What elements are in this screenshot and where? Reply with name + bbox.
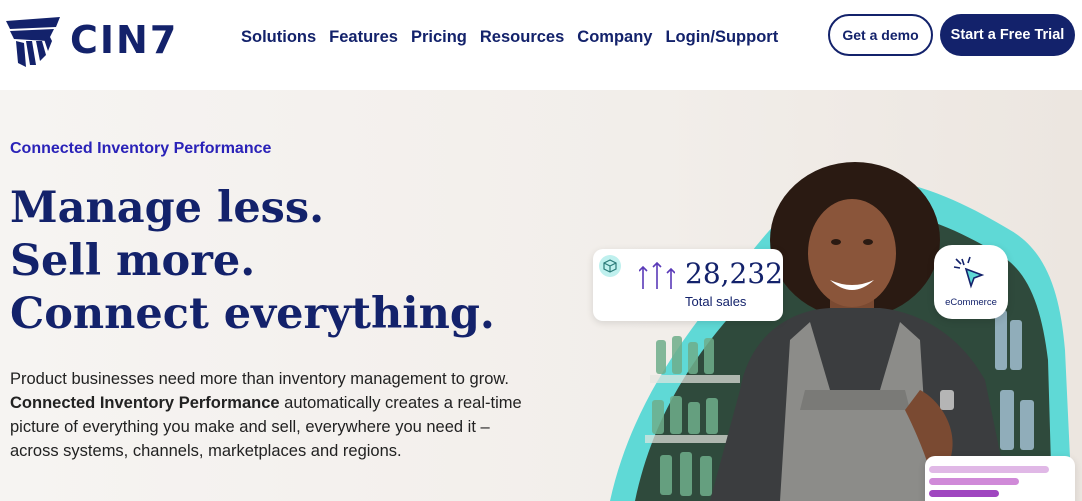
bar-3 [929, 490, 999, 497]
body-bold: Connected Inventory Performance [10, 394, 280, 412]
nav-pricing[interactable]: Pricing [411, 28, 467, 47]
headline-line-1: Manage less. [10, 183, 325, 233]
total-sales-value: 28,232 [685, 257, 783, 290]
progress-bars-card [925, 456, 1075, 501]
nav-features[interactable]: Features [329, 28, 398, 47]
hero-body-copy: Product businesses need more than invent… [10, 367, 530, 463]
bar-2 [929, 478, 1019, 485]
ecommerce-card: eCommerce [934, 245, 1008, 319]
total-sales-label: Total sales [685, 294, 747, 309]
main-nav: Solutions Features Pricing Resources Com… [241, 28, 791, 47]
cin7-logo[interactable]: CIN7 [4, 10, 178, 70]
hero-eyebrow: Connected Inventory Performance [10, 140, 272, 157]
hero-headline: Manage less. Sell more. Connect everythi… [10, 182, 495, 341]
headline-line-2: Sell more. [10, 236, 256, 286]
ecommerce-label: eCommerce [945, 297, 997, 308]
body-intro: Product businesses need more than invent… [10, 370, 509, 388]
hero-section: Connected Inventory Performance Manage l… [0, 90, 1082, 501]
headline-line-3: Connect everything. [10, 289, 495, 339]
cube-icon [599, 255, 621, 277]
get-demo-button[interactable]: Get a demo [828, 14, 933, 56]
top-navbar: CIN7 Solutions Features Pricing Resource… [0, 0, 1082, 90]
nav-resources[interactable]: Resources [480, 28, 564, 47]
cin7-logo-icon [6, 17, 60, 67]
start-free-trial-button[interactable]: Start a Free Trial [940, 14, 1075, 56]
bar-1 [929, 466, 1049, 473]
nav-solutions[interactable]: Solutions [241, 28, 316, 47]
brand-name: CIN7 [70, 18, 179, 62]
nav-login-support[interactable]: Login/Support [665, 28, 778, 47]
hero-visual: 28,232 Total sales eCommerce [590, 90, 1082, 501]
total-sales-card: 28,232 Total sales [593, 249, 783, 321]
cursor-click-icon [952, 255, 990, 298]
nav-company[interactable]: Company [577, 28, 652, 47]
growth-arrows-icon [638, 261, 676, 296]
